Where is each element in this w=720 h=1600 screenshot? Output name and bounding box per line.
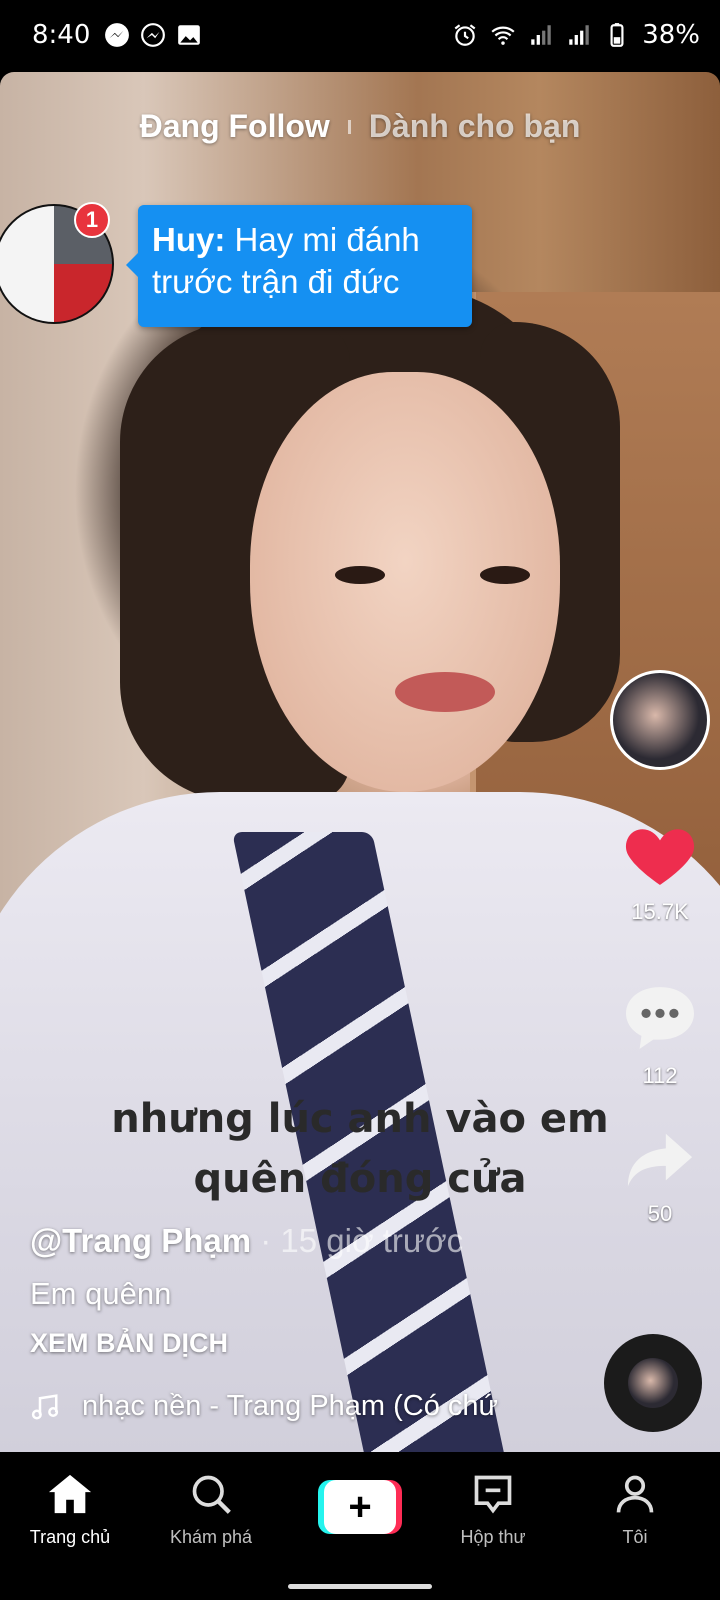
post-description: Em quênn bbox=[30, 1276, 172, 1311]
signal-icon bbox=[531, 25, 551, 45]
share-arrow-icon bbox=[627, 1133, 693, 1187]
messenger-icon bbox=[105, 23, 129, 47]
status-time: 8:40 bbox=[32, 20, 91, 50]
messenger-icon bbox=[141, 23, 165, 47]
translate-button[interactable]: XEM BẢN DỊCH bbox=[30, 1328, 228, 1359]
wifi-icon bbox=[491, 26, 515, 45]
music-info[interactable]: nhạc nền - Trang Phạm (Có chứ bbox=[30, 1390, 498, 1423]
alarm-icon bbox=[454, 24, 476, 46]
inbox-icon bbox=[474, 1475, 512, 1514]
nav-profile-label: Tôi bbox=[622, 1527, 648, 1547]
home-indicator[interactable] bbox=[288, 1584, 432, 1589]
system-icons: 38% bbox=[452, 20, 700, 50]
profile-icon bbox=[616, 1475, 654, 1513]
notification-icons bbox=[104, 22, 202, 48]
status-bar: 8:40 38% bbox=[0, 0, 720, 72]
music-disc-cover bbox=[628, 1358, 678, 1408]
nav-inbox-label: Hộp thư bbox=[460, 1527, 526, 1547]
music-disc[interactable] bbox=[604, 1334, 702, 1432]
nav-home-label: Trang chủ bbox=[29, 1527, 111, 1547]
chat-bubble[interactable]: Huy: Hay mi đánh trước trận đi đức bbox=[126, 205, 472, 327]
music-note-icon bbox=[31, 1393, 59, 1419]
like-button[interactable]: 15.7K bbox=[600, 820, 720, 925]
comment-icon bbox=[626, 987, 694, 1049]
plus-icon: + bbox=[324, 1480, 396, 1534]
gallery-icon bbox=[178, 25, 200, 45]
share-count: 50 bbox=[647, 1201, 673, 1226]
chat-sender: Huy: bbox=[152, 221, 226, 258]
tab-for-you[interactable]: Dành cho bạn bbox=[369, 108, 581, 145]
tab-following[interactable]: Đang Follow bbox=[140, 108, 330, 145]
comment-count: 112 bbox=[642, 1063, 678, 1088]
author-line: @Trang Phạm · 15 giờ trước bbox=[30, 1222, 463, 1260]
bottom-navigation: Trang chủ Khám phá + Hộp thư Tôi bbox=[0, 1452, 720, 1600]
nav-discover[interactable]: Khám phá bbox=[141, 1472, 281, 1548]
nav-profile[interactable]: Tôi bbox=[565, 1472, 705, 1548]
feed-tabs: Đang Follow Dành cho bạn bbox=[0, 108, 720, 145]
nav-inbox[interactable]: Hộp thư bbox=[423, 1472, 563, 1548]
battery-percentage: 38% bbox=[642, 20, 700, 50]
unread-badge: 1 bbox=[74, 202, 110, 238]
post-time: · 15 giờ trước bbox=[260, 1222, 464, 1259]
signal-icon bbox=[569, 25, 589, 45]
home-icon bbox=[48, 1474, 92, 1514]
search-icon bbox=[192, 1475, 231, 1514]
like-count: 15.7K bbox=[631, 899, 689, 924]
create-button[interactable]: + bbox=[318, 1480, 402, 1534]
comment-button[interactable]: 112 bbox=[600, 984, 720, 1089]
author-username[interactable]: @Trang Phạm bbox=[30, 1222, 251, 1259]
music-title: nhạc nền - Trang Phạm (Có chứ bbox=[82, 1390, 498, 1422]
heart-icon bbox=[625, 829, 695, 885]
battery-icon bbox=[610, 23, 624, 47]
nav-home[interactable]: Trang chủ bbox=[0, 1472, 140, 1548]
share-button[interactable]: 50 bbox=[600, 1130, 720, 1227]
creator-avatar[interactable] bbox=[610, 670, 710, 770]
nav-discover-label: Khám phá bbox=[169, 1527, 253, 1547]
tab-divider bbox=[347, 119, 351, 134]
